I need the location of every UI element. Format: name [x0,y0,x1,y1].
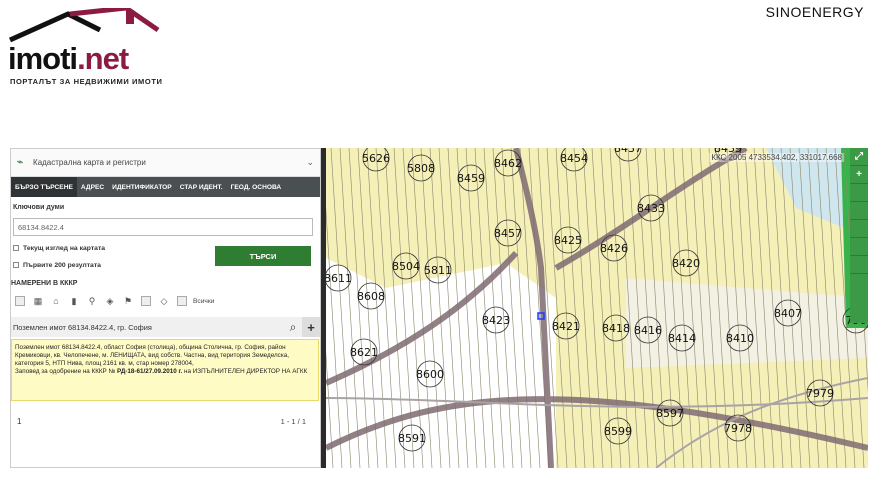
parcel-label[interactable]: 7978 [724,422,752,435]
tab-quick-search[interactable]: БЪРЗО ТЪРСЕНЕ [11,177,77,197]
parcel-label[interactable]: 8504 [392,260,420,273]
polygon-icon[interactable]: ◇ [159,296,169,306]
result-description: Поземлен имот 68134.8422.4, област София… [11,339,319,401]
parcel-label[interactable]: 8410 [726,332,754,345]
parcel-label[interactable]: 8459 [457,172,485,185]
map-tool-icon[interactable] [850,202,868,220]
tab-address[interactable]: АДРЕС [77,177,108,197]
parcel-label[interactable]: 8407 [774,307,802,320]
grid-icon[interactable]: ▦ [33,296,43,306]
map-tool-icon[interactable] [850,238,868,256]
checkbox[interactable] [13,262,19,269]
page-range: 1 - 1 / 1 [280,417,306,426]
parcel-label[interactable]: 8600 [416,368,444,381]
panel-header[interactable]: ⌁ Кадастрална карта и регистри ⌄ [11,149,320,177]
map-tool-icon[interactable] [850,184,868,202]
brand-name: SINOENERGY [765,4,864,20]
found-label: НАМЕРЕНИ В КККР [11,280,78,287]
flag-icon[interactable]: ⚑ [123,296,133,306]
parcel-label[interactable]: 8591 [398,432,426,445]
parcel-label[interactable]: 5626 [362,152,390,165]
zoom-to-icon[interactable]: ⌕ [284,320,302,335]
map-canvas[interactable]: 56265808 8462 84548437 84398459843384578425… [326,148,868,468]
parcel-label[interactable]: 8597 [656,407,684,420]
panel-title: Кадастрална карта и регистри [33,158,146,167]
parcel-label[interactable]: 8457 [494,227,522,240]
home-icon[interactable]: ⌂ [51,296,61,306]
cadastre-panel: ⌁ Кадастрална карта и регистри ⌄ БЪРЗО Т… [10,148,321,468]
filter-box-icon[interactable] [141,296,151,306]
map-tool-icon[interactable] [850,256,868,274]
parcel-label[interactable]: 8425 [554,234,582,247]
chevron-down-icon[interactable]: ⌄ [306,157,314,168]
search-button[interactable]: ТЪРСИ [215,246,311,266]
filter-box-icon[interactable] [177,296,187,306]
logo-wordmark: imoti.net [8,41,129,76]
parcel-label[interactable]: 8418 [602,322,630,335]
map-controls: ⤢ + [850,148,868,323]
keywords-label: Ключови думи [13,204,65,211]
parcel-label[interactable]: 8433 [637,202,665,215]
parcel-label[interactable]: 7979 [806,387,834,400]
parcel-label[interactable]: 8437 [614,148,642,155]
imoti-logo[interactable]: imoti.net ПОРТАЛЪТ ЗА НЕДВИЖИМИ ИМОТИ [8,8,178,88]
tab-old-identifier[interactable]: СТАР ИДЕНТ. [176,177,227,197]
search-input[interactable]: 68134.8422.4 [13,218,313,236]
parcel-label[interactable]: 8426 [600,242,628,255]
tabs-bar: БЪРЗО ТЪРСЕНЕ АДРЕС ИДЕНТИФИКАТОР СТАР И… [11,177,320,197]
zoom-in-icon[interactable]: + [850,166,868,184]
layers-icon: ⌁ [17,157,24,168]
fullscreen-icon[interactable]: ⤢ [850,148,868,166]
parcel-label[interactable]: 8621 [350,346,378,359]
all-label[interactable]: Всички [193,298,214,305]
cadastral-map[interactable]: 5626 5808 8462 8454 8437 8439 8459 8433 8457 8425… [326,148,868,468]
building-icon[interactable]: ▮ [69,296,79,306]
parcel-label[interactable]: 8608 [357,290,385,303]
parcel-label[interactable]: 8414 [668,332,696,345]
parcel-label[interactable]: 8599 [604,425,632,438]
filter-box-icon[interactable] [15,296,25,306]
add-icon[interactable]: + [302,317,320,337]
parcel-label[interactable]: 8420 [672,257,700,270]
option-current-view[interactable]: Текущ изглед на картата [13,245,105,252]
page-number[interactable]: 1 [17,417,21,426]
result-title: Поземлен имот 68134.8422.4, гр. София [13,322,152,332]
map-tool-icon[interactable] [850,220,868,238]
pin-icon[interactable]: ⚲ [87,296,97,306]
tab-identifier[interactable]: ИДЕНТИФИКАТОР [108,177,176,197]
result-header[interactable]: Поземлен имот 68134.8422.4, гр. София ⌕ … [11,317,320,337]
parcel-label[interactable]: 8416 [634,324,662,337]
map-coordinates: ККС 2005 4733534.402, 331017.668 [709,153,844,162]
parcel-label[interactable]: 8423 [482,314,510,327]
checkbox[interactable] [13,245,19,252]
logo-tagline: ПОРТАЛЪТ ЗА НЕДВИЖИМИ ИМОТИ [10,77,163,86]
parcel-label[interactable]: 8454 [560,152,588,165]
option-first-200[interactable]: Първите 200 резултата [13,262,101,269]
filter-icons: ▦ ⌂ ▮ ⚲ ◈ ⚑ ◇ Всички [11,296,214,306]
page: imoti.net ПОРТАЛЪТ ЗА НЕДВИЖИМИ ИМОТИ SI… [0,0,880,494]
parcel-label[interactable]: 5808 [407,162,435,175]
tab-geodetic-base[interactable]: ГЕОД. ОСНОВА [227,177,286,197]
layers-icon[interactable]: ◈ [105,296,115,306]
parcel-label[interactable]: 8421 [552,320,580,333]
parcel-label[interactable]: 8462 [494,157,522,170]
parcel-label[interactable]: 8611 [326,272,352,285]
parcel-label[interactable]: 5811 [424,264,452,277]
